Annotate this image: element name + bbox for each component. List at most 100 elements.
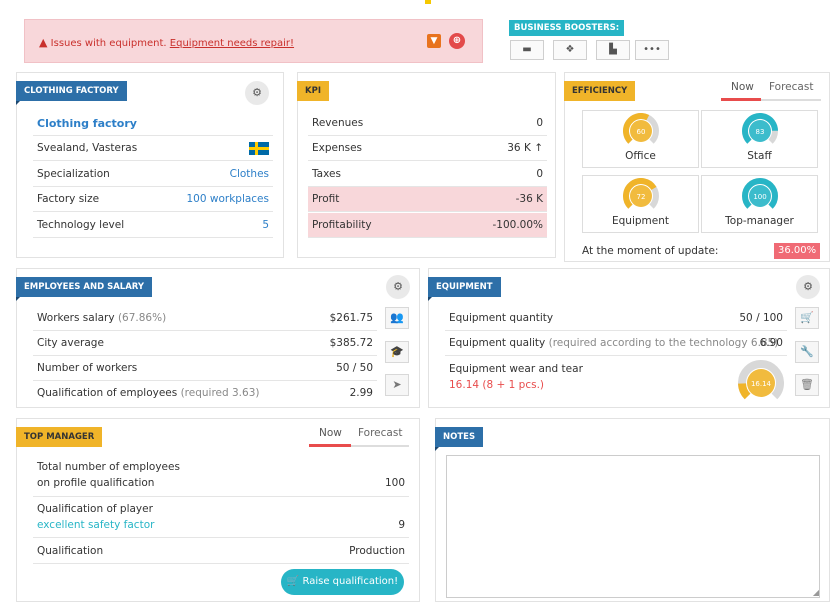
more-icon[interactable]: ••• [635, 40, 669, 60]
equipment-gauge: 72 [623, 178, 659, 209]
raise-qualification-label: Raise qualification! [302, 576, 399, 587]
clothing-factory-title: CLOTHING FACTORY [16, 81, 127, 105]
top-manager-label: Top-manager [725, 215, 794, 227]
briefcase-icon[interactable]: ▬ [510, 40, 544, 60]
graduation-cap-icon[interactable]: 🎓 [385, 341, 409, 363]
gear-icon[interactable]: ⚙ [245, 81, 269, 105]
equipment-quantity-value: 50 / 100 [739, 312, 783, 324]
equipment-panel: EQUIPMENT ⚙ Equipment quantity 50 / 100 … [428, 268, 830, 408]
tab-forecast-underline [351, 445, 409, 447]
tab-now[interactable]: Now [319, 427, 342, 439]
notes-textarea[interactable] [446, 455, 820, 598]
tab-now-underline [721, 98, 761, 101]
equipment-repair-link[interactable]: Equipment needs repair! [170, 38, 294, 49]
alert-message: Issues with equipment. [50, 38, 167, 49]
city-average-value: $385.72 [329, 337, 373, 349]
tab-forecast[interactable]: Forecast [769, 81, 813, 93]
cart-icon[interactable]: 🛒 [795, 307, 819, 329]
factory-size-value[interactable]: 100 workplaces [186, 193, 269, 205]
qualification-value: 2.99 [349, 387, 373, 399]
staff-gauge: 83 [742, 113, 778, 144]
kpi-label: Expenses [312, 142, 363, 154]
technology-level-label: Technology level [37, 219, 125, 231]
location-row: Svealand, Vasteras [33, 136, 273, 161]
specialization-label: Specialization [37, 168, 110, 180]
cart-icon: 🛒 [286, 576, 300, 587]
send-icon[interactable]: ➤ [385, 374, 409, 396]
business-boosters-title: BUSINESS BOOSTERS: [509, 20, 625, 36]
efficiency-office: 60 Office [582, 110, 699, 168]
workers-salary-value: $261.75 [329, 312, 373, 324]
moment-value-badge: 36.00% [774, 243, 821, 259]
people-icon[interactable]: 👥 [385, 307, 409, 329]
kpi-row-profit: Profit -36 K [308, 187, 547, 212]
clothing-factory-panel: CLOTHING FACTORY ⚙ Clothing factory Svea… [16, 72, 284, 258]
tab-now-underline [309, 444, 351, 447]
dropbox-icon[interactable]: ❖ [553, 40, 587, 60]
wrench-icon[interactable]: 🔧 [795, 341, 819, 363]
resize-handle-icon[interactable]: ◢ [813, 588, 819, 597]
technology-level-value[interactable]: 5 [262, 219, 269, 231]
top-manager-title: TOP MANAGER [16, 427, 103, 447]
factory-icon[interactable]: ▙ [596, 40, 630, 60]
gauge-value: 60 [637, 128, 646, 136]
gear-icon[interactable]: ⚙ [796, 275, 820, 299]
tab-forecast-underline [761, 99, 821, 101]
equipment-quantity-row: Equipment quantity 50 / 100 [445, 306, 787, 331]
trash-icon[interactable]: 🗑 [795, 374, 819, 396]
kpi-label: Taxes [312, 168, 341, 180]
equipment-quantity-label: Equipment quantity [449, 312, 554, 324]
box-icon[interactable]: ▼ [427, 34, 441, 48]
workers-count-label: Number of workers [37, 362, 138, 374]
efficiency-top-manager: 100 Top-manager [701, 175, 818, 233]
gear-icon[interactable]: ⚙ [386, 275, 410, 299]
factory-name-link[interactable]: Clothing factory [37, 117, 137, 130]
qualification-required: (required 3.63) [180, 387, 260, 399]
factory-size-label: Factory size [37, 193, 100, 205]
raise-qualification-button[interactable]: 🛒 Raise qualification! [281, 569, 404, 595]
qualification-type-row: Qualification Production [33, 539, 409, 564]
workers-salary-row: Workers salary (67.86%) $261.75 [33, 306, 377, 331]
city-average-label: City average [37, 337, 104, 349]
specialization-value[interactable]: Clothes [230, 168, 269, 180]
employees-profile-label-b: on profile qualification [37, 477, 155, 489]
qualification-row: Qualification of employees (required 3.6… [33, 381, 377, 406]
lifebuoy-icon[interactable]: ⊕ [449, 33, 465, 49]
employees-profile-row: Total number of employees on profile qua… [33, 457, 409, 497]
gauge-value: 16.14 [751, 380, 772, 388]
player-qualification-label: Qualification of player [37, 503, 153, 515]
equipment-quality-label: Equipment quality [449, 337, 546, 349]
factory-name-row: Clothing factory [33, 111, 273, 136]
office-label: Office [625, 150, 656, 162]
efficiency-title: EFFICIENCY [564, 81, 636, 101]
workers-salary-pct: (67.86%) [117, 312, 167, 324]
tab-forecast[interactable]: Forecast [358, 427, 402, 439]
qualification-label-wrap: Qualification of employees (required 3.6… [37, 387, 259, 399]
kpi-value-wrap: 36 K ↑ [507, 142, 543, 154]
factory-size-row: Factory size 100 workplaces [33, 187, 273, 212]
page: ▲ Issues with equipment. Equipment needs… [0, 0, 833, 605]
kpi-value: 0 [536, 117, 543, 129]
notes-title: NOTES [435, 427, 484, 451]
kpi-row-revenues: Revenues 0 [308, 111, 547, 136]
qualification-label: Qualification of employees [37, 387, 178, 399]
tab-now[interactable]: Now [731, 81, 754, 93]
city-average-row: City average $385.72 [33, 331, 377, 356]
kpi-value: -100.00% [492, 219, 543, 231]
office-gauge: 60 [623, 113, 659, 144]
player-qualification-row: Qualification of player excellent safety… [33, 498, 409, 538]
gauge-fill [738, 383, 751, 400]
gauge-value: 83 [756, 128, 765, 136]
wear-label: Equipment wear and tear [449, 363, 583, 375]
kpi-value: 36 K [507, 142, 531, 154]
kpi-value: -36 K [515, 193, 543, 205]
employees-profile-value: 100 [384, 477, 405, 489]
arrow-up-icon: ↑ [534, 142, 543, 154]
equipment-quality-label-wrap: Equipment quality (required according to… [449, 337, 778, 349]
kpi-label: Revenues [312, 117, 364, 129]
equipment-title: EQUIPMENT [428, 277, 501, 301]
kpi-row-expenses: Expenses 36 K ↑ [308, 136, 547, 161]
qualification-type-value: Production [349, 545, 405, 557]
kpi-value: 0 [536, 168, 543, 180]
gauge-value: 72 [637, 193, 646, 201]
